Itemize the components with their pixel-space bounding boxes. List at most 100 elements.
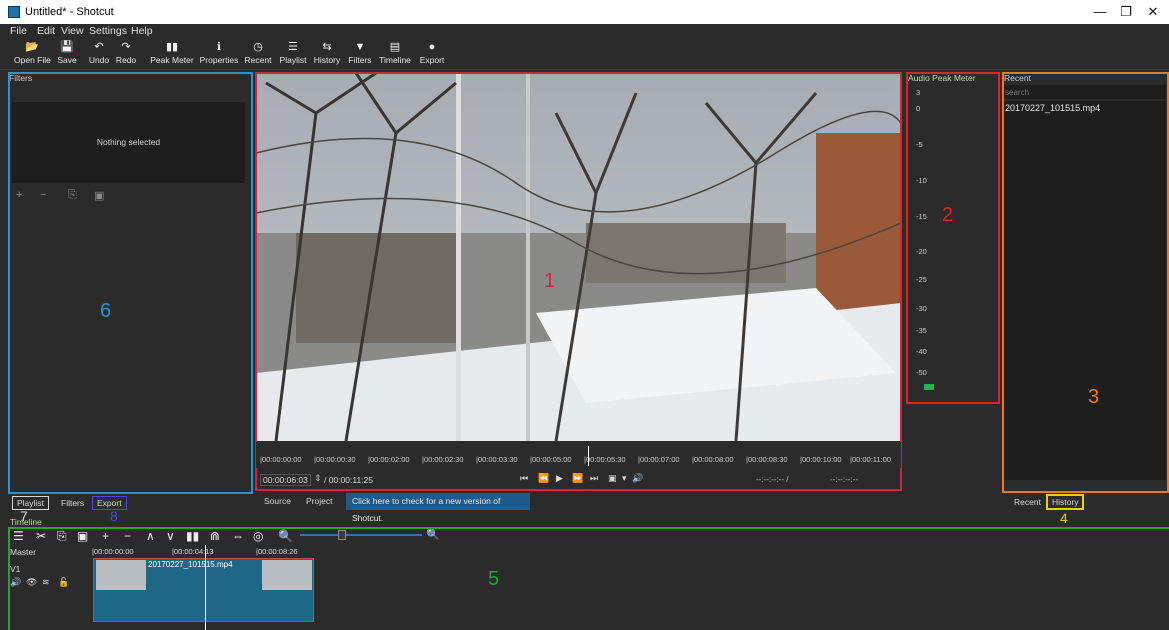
- meter-level: -30: [916, 304, 927, 313]
- ruler-tick: |00:00:02:30: [422, 455, 464, 464]
- recent-search-input[interactable]: [1003, 85, 1166, 99]
- overwrite-icon[interactable]: ∨: [166, 529, 175, 543]
- folder-icon: 📂: [25, 41, 39, 53]
- add-filter-icon[interactable]: +: [16, 189, 22, 201]
- annotation-label-3: 3: [1088, 386, 1100, 408]
- play-icon[interactable]: ▶: [556, 473, 563, 484]
- shotcut-app-icon: [8, 6, 20, 18]
- timeline-button[interactable]: ▤ Timeline: [378, 40, 412, 68]
- save-icon: 💾: [60, 41, 74, 53]
- video-viewer[interactable]: [256, 73, 901, 441]
- ruler-tick: |00:00:00:00: [260, 455, 302, 464]
- undo-icon: ↶: [94, 41, 104, 53]
- tab-source[interactable]: Source: [260, 495, 295, 509]
- menu-view[interactable]: View: [61, 25, 84, 37]
- volume-icon[interactable]: 🔊: [632, 473, 643, 484]
- redo-icon: ↷: [121, 41, 131, 53]
- peak-meter-button[interactable]: ▮▮ Peak Meter: [150, 40, 194, 68]
- ruler-tick: |00:00:02:00: [368, 455, 410, 464]
- history-icon: ⇆: [322, 41, 332, 53]
- meter-level: 3: [916, 88, 921, 97]
- timeline-playhead[interactable]: [205, 545, 206, 630]
- mute-icon[interactable]: 🔊: [10, 577, 21, 588]
- close-button[interactable]: ✕: [1130, 0, 1169, 24]
- rewind-icon[interactable]: ⏪: [538, 473, 549, 484]
- spin-icon[interactable]: ⇕: [314, 473, 322, 484]
- filters-panel-title: Filters: [9, 73, 33, 83]
- transport-bar: 00:00:06:03 ⇕ / 00:00:11:25 ⏮ ⏪ ▶ ⏩ ⏭ ▣ …: [256, 470, 901, 488]
- recent-button[interactable]: ◷ Recent: [243, 40, 273, 68]
- zoom-slider-track[interactable]: [300, 534, 422, 536]
- fast-forward-icon[interactable]: ⏩: [572, 473, 583, 484]
- update-notice-button[interactable]: Click here to check for a new version of…: [346, 493, 530, 523]
- tab-history[interactable]: History: [1046, 494, 1085, 510]
- meter-level: -5: [916, 140, 923, 149]
- history-button[interactable]: ⇆ History: [312, 40, 342, 68]
- save-button[interactable]: 💾 Save: [55, 40, 79, 68]
- annotation-label-6: 6: [100, 300, 112, 322]
- skip-previous-icon[interactable]: ⏮: [520, 473, 528, 484]
- grid-icon[interactable]: ▣: [608, 473, 617, 484]
- annotation-label-2: 2: [942, 204, 954, 226]
- playhead-marker[interactable]: [588, 446, 589, 466]
- list-item[interactable]: 20170227_101515.mp4: [1003, 101, 1166, 115]
- eye-icon[interactable]: 👁: [26, 577, 37, 588]
- position-timecode[interactable]: 00:00:06:03: [260, 474, 311, 486]
- zoom-in-icon[interactable]: 🔍: [426, 528, 440, 541]
- zoom-slider-handle[interactable]: [338, 530, 346, 540]
- meter-level: -15: [916, 212, 927, 221]
- remove-icon[interactable]: −: [124, 529, 131, 543]
- annotation-label-4: 4: [1060, 510, 1068, 526]
- copy-filter-icon[interactable]: ⎘: [68, 189, 77, 202]
- paste-filter-icon[interactable]: ▣: [94, 189, 104, 202]
- cut-icon[interactable]: ✂: [36, 529, 46, 543]
- copy-icon[interactable]: ⎘: [57, 529, 67, 544]
- meter-level: 0: [916, 104, 921, 113]
- redo-button[interactable]: ↷ Redo: [114, 40, 138, 68]
- composite-icon[interactable]: ≋: [42, 577, 50, 588]
- main-toolbar: 📂 Open File 💾 Save ↶ Undo ↷ Redo ▮▮ Peak Mete…: [0, 38, 1169, 70]
- viewer-ruler[interactable]: |00:00:00:00 |00:00:00:30 |00:00:02:00 |…: [256, 442, 901, 468]
- meter-level: -35: [916, 326, 927, 335]
- undo-button[interactable]: ↶ Undo: [87, 40, 111, 68]
- list-icon: ☰: [288, 41, 298, 53]
- audio-meter-title: Audio Peak Meter: [908, 73, 976, 83]
- menu-icon[interactable]: ☰: [13, 529, 24, 543]
- timeline-ruler-tick: |00:00:00:00: [92, 547, 134, 556]
- tab-recent[interactable]: Recent: [1010, 496, 1045, 510]
- paste-icon[interactable]: ▣: [77, 529, 88, 543]
- scrub-icon[interactable]: ⇔: [232, 529, 244, 543]
- tab-playlist[interactable]: Playlist: [12, 496, 49, 510]
- tab-project[interactable]: Project: [302, 495, 336, 509]
- in-point-label: --:--:--:-- /: [756, 475, 789, 484]
- menu-help[interactable]: Help: [131, 25, 153, 37]
- menu-settings[interactable]: Settings: [89, 25, 127, 37]
- menu-file[interactable]: File: [10, 25, 27, 37]
- skip-next-icon[interactable]: ⏭: [590, 473, 598, 484]
- dropdown-icon[interactable]: ▾: [622, 473, 627, 484]
- tab-filters[interactable]: Filters: [57, 497, 88, 511]
- meter-level: -40: [916, 347, 927, 356]
- lift-icon[interactable]: ∧: [146, 529, 155, 543]
- clip-thumbnail-start: [96, 560, 146, 590]
- filters-button[interactable]: ▼ Filters: [346, 40, 374, 68]
- export-button[interactable]: ● Export: [418, 40, 446, 68]
- clip-name: 20170227_101515.mp4: [148, 560, 233, 569]
- timeline-ruler-tick: |00:00:08:26: [256, 547, 298, 556]
- playlist-button[interactable]: ☰ Playlist: [278, 40, 308, 68]
- meter-level: -25: [916, 275, 927, 284]
- append-icon[interactable]: +: [102, 529, 109, 543]
- menu-edit[interactable]: Edit: [37, 25, 55, 37]
- ruler-tick: |00:00:00:30: [314, 455, 356, 464]
- window-title: Untitled* - Shotcut: [25, 6, 114, 18]
- split-icon[interactable]: ▮▮: [186, 529, 199, 543]
- ripple-icon[interactable]: ◎: [253, 529, 263, 543]
- snap-icon[interactable]: ⋒: [210, 529, 220, 543]
- properties-button[interactable]: ℹ Properties: [199, 40, 239, 68]
- zoom-out-icon[interactable]: 🔍: [278, 529, 293, 543]
- lock-icon[interactable]: 🔓: [58, 577, 69, 588]
- open-file-button[interactable]: 📂 Open File: [14, 40, 51, 68]
- remove-filter-icon[interactable]: −: [40, 189, 46, 201]
- timeline-title: Timeline: [10, 517, 42, 527]
- timeline-clip[interactable]: 20170227_101515.mp4: [93, 558, 314, 622]
